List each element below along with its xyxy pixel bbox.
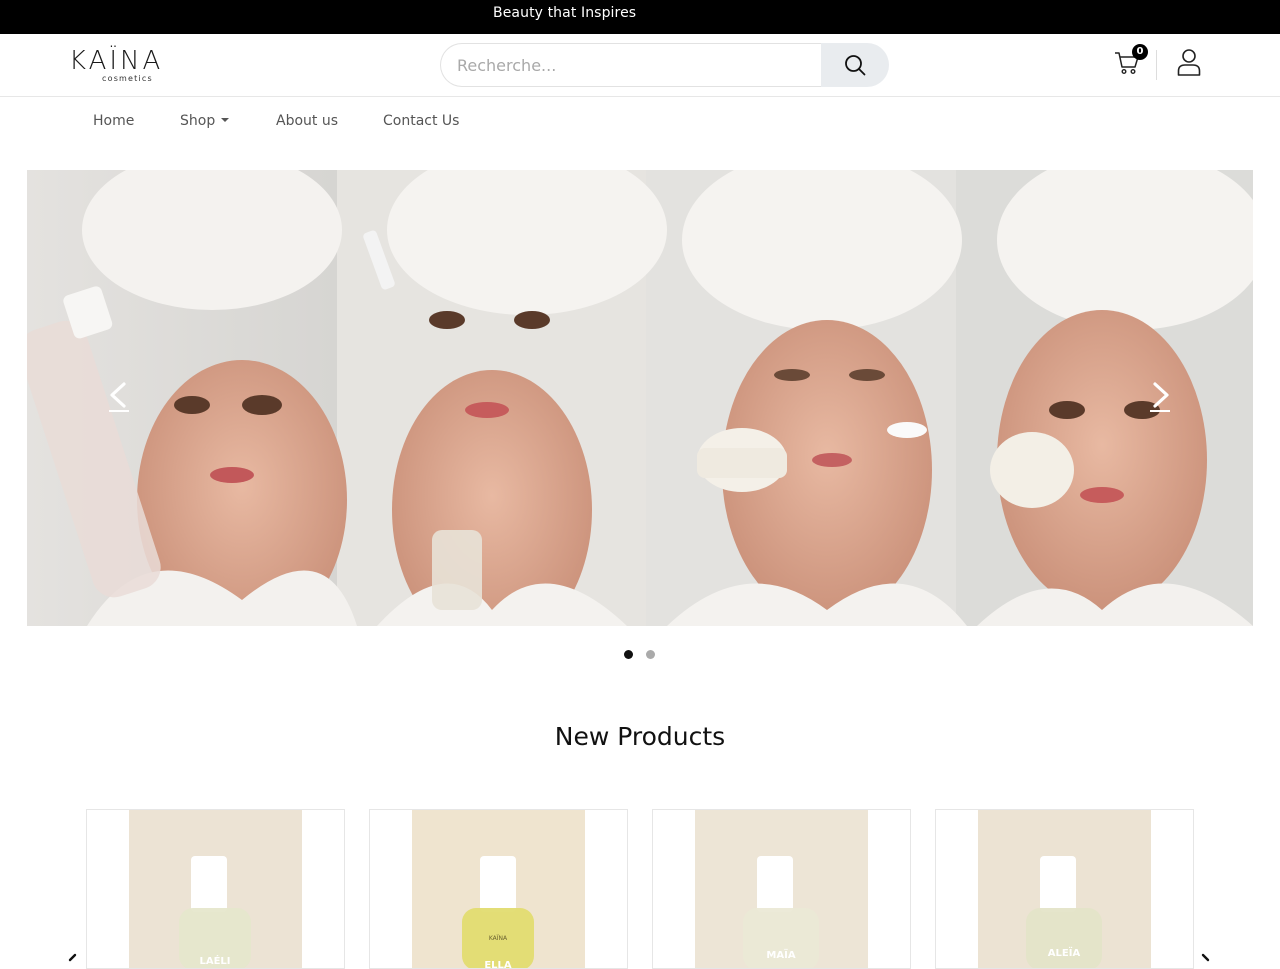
chevron-left-icon (109, 382, 129, 412)
products-prev-button[interactable] (66, 950, 78, 962)
carousel-next-button[interactable] (1147, 380, 1173, 414)
cart-count-badge: 0 (1132, 44, 1148, 60)
search-input[interactable] (440, 43, 822, 87)
logo-wordmark: KAÏNA (69, 46, 164, 76)
product-label: ELLA (484, 960, 512, 969)
nav-about[interactable]: About us (276, 113, 338, 129)
product-image: KAÏNA ELLA (412, 810, 585, 969)
products-next-button[interactable] (1200, 950, 1212, 962)
chevron-right-icon (1201, 953, 1210, 962)
nav-shop-label: Shop (180, 113, 216, 129)
carousel-dot-1[interactable] (624, 650, 633, 659)
header-divider (1156, 50, 1157, 80)
product-image: ALEÏA (978, 810, 1151, 968)
search-button[interactable] (821, 43, 889, 87)
product-card[interactable]: LAÉLI (86, 809, 345, 969)
announcement-text: Beauty that Inspires (493, 5, 637, 21)
account-button[interactable] (1176, 48, 1202, 76)
product-label: ALEÏA (1048, 945, 1081, 959)
nav-home[interactable]: Home (93, 113, 134, 129)
carousel-prev-button[interactable] (106, 380, 132, 414)
nav-contact[interactable]: Contact Us (383, 113, 459, 129)
product-card[interactable]: MAÏA (652, 809, 911, 969)
product-image: MAÏA (695, 810, 868, 968)
user-icon (1177, 49, 1201, 76)
chevron-left-icon (68, 953, 77, 962)
product-label: MAÏA (766, 947, 795, 961)
announcement-bar: Beauty that Inspires (0, 0, 1280, 34)
carousel-dot-2[interactable] (646, 650, 655, 659)
search-icon (845, 55, 866, 76)
logo-subtitle: cosmetics (102, 74, 153, 83)
product-label: LAÉLI (199, 954, 230, 967)
site-header: KAÏNA cosmetics 0 (0, 34, 1280, 97)
cart-button[interactable]: 0 (1112, 44, 1148, 78)
svg-text:KAÏNA: KAÏNA (489, 935, 508, 942)
search-bar (440, 43, 889, 87)
main-nav: Home Shop About us Contact Us (0, 97, 1280, 145)
hero-carousel[interactable] (27, 170, 1253, 626)
hero-slide-image (27, 170, 1253, 626)
product-image: LAÉLI (129, 810, 302, 968)
carousel-indicators (624, 650, 664, 660)
product-card[interactable]: KAÏNA ELLA (369, 809, 628, 969)
chevron-right-icon (1150, 382, 1170, 412)
section-title: New Products (554, 722, 726, 751)
product-card[interactable]: ALEÏA (935, 809, 1194, 969)
nav-shop[interactable]: Shop (180, 113, 230, 129)
brand-logo[interactable]: KAÏNA cosmetics (69, 46, 185, 86)
chevron-down-icon (221, 118, 230, 122)
